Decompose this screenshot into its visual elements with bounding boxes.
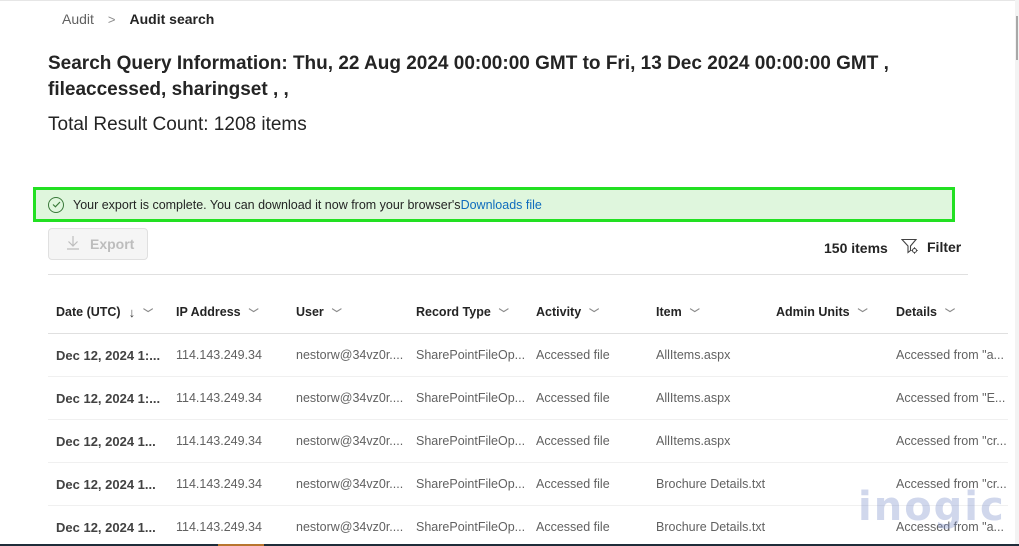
breadcrumb: Audit > Audit search xyxy=(62,11,214,27)
cell-user: nestorw@34vz0r.... xyxy=(296,434,404,448)
cell-user: nestorw@34vz0r.... xyxy=(296,348,404,362)
cell-ip-address: 114.143.249.34 xyxy=(176,348,262,362)
cell-date: Dec 12, 2024 1... xyxy=(56,433,156,449)
chevron-down-icon: ﹀ xyxy=(143,308,154,320)
scrollbar-thumb[interactable] xyxy=(1016,16,1018,60)
cell-details: Accessed from "cr... xyxy=(896,434,1007,448)
cell-activity: Accessed file xyxy=(536,348,610,362)
cell-details: Accessed from "a... xyxy=(896,348,1004,362)
table-row[interactable]: Dec 12, 2024 1... 114.143.249.34 nestorw… xyxy=(48,420,1008,463)
cell-user: nestorw@34vz0r.... xyxy=(296,391,404,405)
sort-descending-icon: ↓ xyxy=(128,304,136,320)
filter-label: Filter xyxy=(927,238,962,255)
column-header-user[interactable]: User ﹀ xyxy=(288,305,408,320)
breadcrumb-current: Audit search xyxy=(129,11,215,27)
column-header-admin-units[interactable]: Admin Units ﹀ xyxy=(768,305,888,320)
table-row[interactable]: Dec 12, 2024 1... 114.143.249.34 nestorw… xyxy=(48,506,1008,546)
cell-details: Accessed from "a... xyxy=(896,520,1004,534)
chevron-down-icon: ﹀ xyxy=(498,308,509,320)
cell-details: Accessed from "cr... xyxy=(896,477,1007,491)
audit-results-table: Date (UTC) ↓ ﹀ IP Address ﹀ User ﹀ Recor… xyxy=(48,291,1008,546)
column-header-item[interactable]: Item ﹀ xyxy=(648,305,768,320)
top-border xyxy=(0,0,1019,1)
cell-details: Accessed from "E... xyxy=(896,391,1006,405)
cell-record-type: SharePointFileOp... xyxy=(416,391,526,405)
cell-record-type: SharePointFileOp... xyxy=(416,348,526,362)
cell-user: nestorw@34vz0r.... xyxy=(296,477,404,491)
export-complete-banner: Your export is complete. You can downloa… xyxy=(33,187,955,222)
download-icon xyxy=(66,235,80,254)
filter-settings-icon xyxy=(901,238,918,254)
export-label: Export xyxy=(90,236,135,252)
cell-item: Brochure Details.txt xyxy=(656,477,766,491)
column-header-ip-address[interactable]: IP Address ﹀ xyxy=(168,305,288,320)
items-count: 150 items xyxy=(824,240,888,256)
cell-date: Dec 12, 2024 1... xyxy=(56,519,156,535)
chevron-down-icon: ﹀ xyxy=(857,308,868,320)
vertical-scrollbar[interactable] xyxy=(1015,0,1019,546)
table-row[interactable]: Dec 12, 2024 1:... 114.143.249.34 nestor… xyxy=(48,377,1008,420)
toolbar-divider xyxy=(48,274,968,275)
cell-item: AllItems.aspx xyxy=(656,434,731,448)
export-button[interactable]: Export xyxy=(48,228,148,260)
cell-activity: Accessed file xyxy=(536,391,610,405)
column-header-date[interactable]: Date (UTC) ↓ ﹀ xyxy=(48,305,168,320)
cell-date: Dec 12, 2024 1:... xyxy=(56,390,161,406)
chevron-down-icon: ﹀ xyxy=(689,308,700,320)
cell-activity: Accessed file xyxy=(536,477,610,491)
cell-ip-address: 114.143.249.34 xyxy=(176,477,262,491)
table-header: Date (UTC) ↓ ﹀ IP Address ﹀ User ﹀ Recor… xyxy=(48,291,1008,334)
cell-record-type: SharePointFileOp... xyxy=(416,477,526,491)
cell-ip-address: 114.143.249.34 xyxy=(176,434,262,448)
cell-item: Brochure Details.txt xyxy=(656,520,766,534)
table-row[interactable]: Dec 12, 2024 1:... 114.143.249.34 nestor… xyxy=(48,334,1008,377)
cell-ip-address: 114.143.249.34 xyxy=(176,391,262,405)
cell-activity: Accessed file xyxy=(536,520,610,534)
cell-item: AllItems.aspx xyxy=(656,391,731,405)
cell-record-type: SharePointFileOp... xyxy=(416,520,526,534)
cell-date: Dec 12, 2024 1... xyxy=(56,476,156,492)
total-result-count: Total Result Count: 1208 items xyxy=(48,114,307,135)
cell-date: Dec 12, 2024 1:... xyxy=(56,347,161,363)
chevron-down-icon: ﹀ xyxy=(589,308,600,320)
cell-record-type: SharePointFileOp... xyxy=(416,434,526,448)
table-row[interactable]: Dec 12, 2024 1... 114.143.249.34 nestorw… xyxy=(48,463,1008,506)
chevron-down-icon: ﹀ xyxy=(331,308,342,320)
column-header-record-type[interactable]: Record Type ﹀ xyxy=(408,305,528,320)
cell-item: AllItems.aspx xyxy=(656,348,731,362)
filter-button[interactable]: Filter xyxy=(901,238,961,255)
chevron-right-icon: > xyxy=(107,11,116,27)
cell-user: nestorw@34vz0r.... xyxy=(296,520,404,534)
banner-message: Your export is complete. You can downloa… xyxy=(73,197,461,212)
cell-ip-address: 114.143.249.34 xyxy=(176,520,262,534)
chevron-down-icon: ﹀ xyxy=(945,308,955,320)
search-query-title: Search Query Information: Thu, 22 Aug 20… xyxy=(48,53,889,100)
column-header-details[interactable]: Details ﹀ xyxy=(888,305,1008,320)
column-header-activity[interactable]: Activity ﹀ xyxy=(528,305,648,320)
check-circle-icon xyxy=(48,196,64,213)
breadcrumb-audit-link[interactable]: Audit xyxy=(62,11,94,27)
chevron-down-icon: ﹀ xyxy=(248,308,259,320)
cell-activity: Accessed file xyxy=(536,434,610,448)
downloads-file-link[interactable]: Downloads file xyxy=(461,198,542,212)
